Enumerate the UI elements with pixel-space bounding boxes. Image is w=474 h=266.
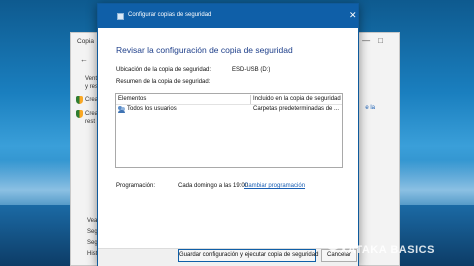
backup-app-icon (117, 13, 124, 20)
see-also-label: Vea (87, 218, 98, 224)
page-title: Revisar la configuración de copia de seg… (116, 45, 293, 55)
shield-icon (76, 110, 83, 118)
list-item-included: Carpetas predeterminadas de ... (253, 106, 340, 112)
list-header: Elementos Incluido en la copia de seguri… (116, 94, 342, 105)
background-window-title: Copia (77, 38, 94, 45)
backup-settings-dialog: Configurar copias de seguridad ✕ Revisar… (97, 3, 359, 266)
schedule-value: Cada domingo a las 19:00 (178, 183, 249, 189)
shield-icon (76, 96, 83, 104)
column-divider[interactable] (250, 95, 251, 104)
column-header-included[interactable]: Incluido en la copia de seguridad (253, 96, 341, 102)
change-schedule-link[interactable]: Cambiar programación (244, 183, 305, 189)
watermark-logo: XATAKA BASICS (340, 244, 435, 256)
sidebar-text: rest (85, 119, 96, 125)
see-also-link[interactable]: Hist (87, 251, 97, 257)
dialog-title: Configurar copias de seguridad (128, 12, 212, 18)
list-item-name: Todos los usuarios (127, 106, 177, 112)
backup-summary-label: Resumen de la copia de seguridad: (116, 79, 211, 85)
backup-summary-list[interactable]: Elementos Incluido en la copia de seguri… (115, 93, 343, 168)
background-link[interactable]: e la (365, 105, 375, 111)
backup-location-label: Ubicación de la copia de seguridad: (116, 67, 212, 73)
schedule-label: Programación: (116, 183, 156, 189)
column-header-items[interactable]: Elementos (118, 96, 146, 102)
back-arrow-icon[interactable]: ← (80, 55, 88, 64)
save-and-run-backup-button[interactable]: Guardar configuración y ejecutar copia d… (178, 249, 318, 262)
sidebar-text: Vent (85, 76, 98, 82)
users-icon (118, 106, 125, 113)
background-window-controls[interactable]: —□ (362, 36, 391, 45)
dialog-titlebar[interactable]: Configurar copias de seguridad ✕ (98, 4, 358, 28)
close-icon[interactable]: ✕ (349, 11, 357, 20)
backup-location-value: ESD-USB (D:) (232, 67, 271, 73)
